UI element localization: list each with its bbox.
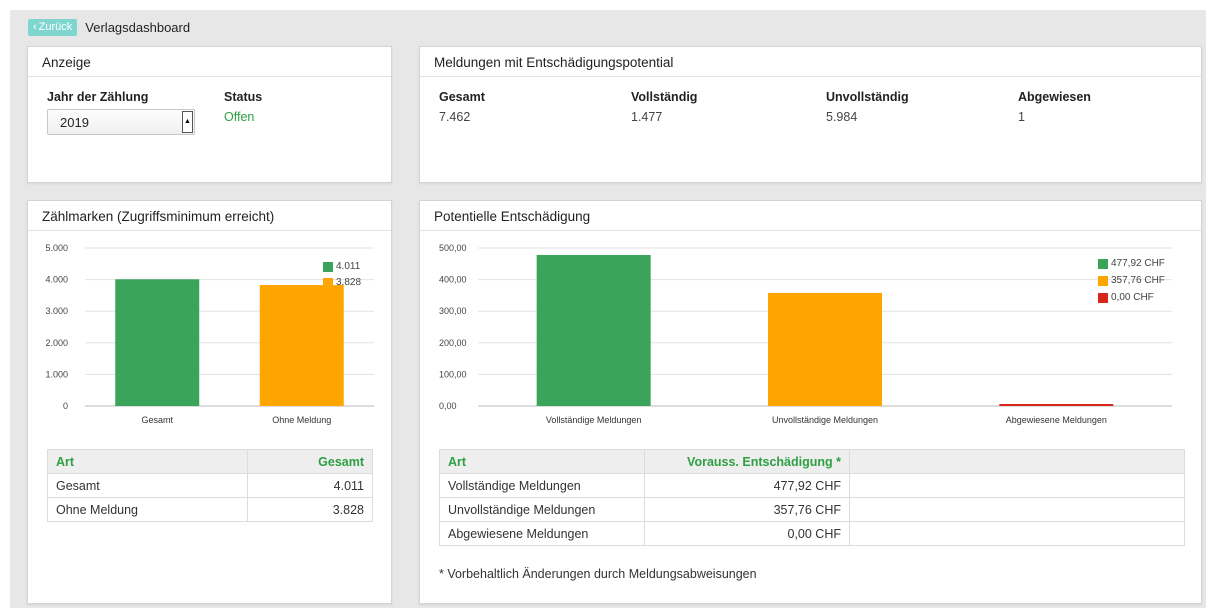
stat-vollstaendig-value: 1.477	[631, 110, 663, 124]
y-tick-label: 5.000	[45, 243, 68, 253]
year-label: Jahr der Zählung	[47, 90, 149, 104]
zaehlmarken-table: Art Gesamt Gesamt 4.011 Ohne Meldung 3.8…	[47, 449, 373, 522]
column-header-gesamt: Gesamt	[247, 449, 373, 474]
y-tick-label: 0	[63, 401, 68, 411]
meldungen-panel: Meldungen mit Entschädigungspotential Ge…	[419, 46, 1202, 183]
legend-item-vollstaendig: 477,92 CHF	[1098, 258, 1165, 269]
stat-abgewiesen-label: Abgewiesen	[1018, 90, 1091, 104]
anzeige-heading: Anzeige	[28, 47, 391, 77]
legend-label: 357,76 CHF	[1111, 275, 1165, 286]
x-tick-label: Unvollständige Meldungen	[772, 415, 878, 425]
bar-3	[999, 404, 1114, 406]
dropdown-arrow-icon: ▲	[182, 111, 193, 133]
cell-value: 357,76 CHF	[644, 497, 850, 522]
y-tick-label: 2.000	[45, 338, 68, 348]
legend-label: 0,00 CHF	[1111, 292, 1154, 303]
back-button-label: Zurück	[38, 21, 73, 33]
legend-swatch-orange	[1098, 275, 1108, 286]
x-tick-label: Vollständige Meldungen	[546, 415, 642, 425]
cell-value: 477,92 CHF	[644, 473, 850, 498]
table-row: Unvollständige Meldungen 357,76 CHF	[439, 497, 1185, 522]
legend-label: 477,92 CHF	[1111, 258, 1165, 269]
cell-art: Abgewiesene Meldungen	[439, 521, 645, 546]
cell-gesamt: 4.011	[247, 473, 373, 498]
legend-swatch-orange	[323, 277, 333, 288]
legend-label: 4.011	[336, 261, 361, 272]
column-header-empty	[849, 449, 1185, 474]
stat-unvollstaendig-value: 5.984	[826, 110, 858, 124]
table-row: Ohne Meldung 3.828	[47, 497, 373, 522]
year-select-value: 2019	[60, 115, 89, 130]
x-tick-label: Gesamt	[141, 415, 173, 425]
y-tick-label: 0,00	[439, 401, 457, 411]
legend-item-ohne-meldung: 3.828	[323, 277, 361, 288]
cell-art: Vollständige Meldungen	[439, 473, 645, 498]
x-tick-label: Abgewiesene Meldungen	[1006, 415, 1107, 425]
entschaedigung-chart: 0,00 100,00 200,00 300,00 400,00 500,00 Vollst…	[439, 243, 1172, 425]
zaehlmarken-heading: Zählmarken (Zugriffsminimum erreicht)	[28, 201, 391, 231]
zaehlmarken-panel: Zählmarken (Zugriffsminimum erreicht) 0 1…	[27, 200, 392, 604]
y-tick-label: 400,00	[439, 275, 467, 285]
entschaedigung-table: Art Vorauss. Entschädigung * Vollständig…	[439, 449, 1185, 546]
entschaedigung-heading: Potentielle Entschädigung	[420, 201, 1201, 231]
footnote: * Vorbehaltlich Änderungen durch Meldung…	[439, 567, 757, 581]
cell-empty	[849, 521, 1185, 546]
stat-gesamt-value: 7.462	[439, 110, 471, 124]
breadcrumb: ‹ Zurück Verlagsdashboard	[28, 18, 190, 36]
entschaedigung-panel: Potentielle Entschädigung 0,00 100,00 200,…	[419, 200, 1202, 604]
legend-item-abgewiesen: 0,00 CHF	[1098, 292, 1154, 303]
legend-swatch-green	[1098, 258, 1108, 269]
table-row: Abgewiesene Meldungen 0,00 CHF	[439, 521, 1185, 546]
cell-empty	[849, 473, 1185, 498]
status-value: Offen	[224, 110, 255, 124]
table-row: Gesamt 4.011	[47, 473, 373, 498]
column-header-art: Art	[47, 449, 248, 474]
cell-empty	[849, 497, 1185, 522]
y-tick-label: 300,00	[439, 306, 467, 316]
stat-vollstaendig-label: Vollständig	[631, 90, 698, 104]
table-row: Vollständige Meldungen 477,92 CHF	[439, 473, 1185, 498]
bar-1	[536, 254, 651, 406]
status-label: Status	[224, 90, 263, 104]
legend-item-gesamt: 4.011	[323, 261, 360, 272]
column-header-entschaedigung: Vorauss. Entschädigung *	[644, 449, 850, 474]
year-select[interactable]: 2019 ▲	[47, 109, 195, 135]
bar-1	[115, 279, 200, 406]
cell-art: Gesamt	[47, 473, 248, 498]
cell-value: 0,00 CHF	[644, 521, 850, 546]
y-tick-label: 4.000	[45, 275, 68, 285]
legend-swatch-red	[1098, 292, 1108, 303]
legend-label: 3.828	[336, 277, 362, 288]
x-tick-label: Ohne Meldung	[272, 415, 331, 425]
cell-art: Ohne Meldung	[47, 497, 248, 522]
chevron-left-icon: ‹	[33, 21, 37, 33]
table-header-row: Art Vorauss. Entschädigung *	[439, 449, 1185, 474]
bar-2	[768, 292, 882, 406]
y-tick-label: 200,00	[439, 338, 467, 348]
legend-swatch-green	[323, 261, 333, 272]
stat-unvollstaendig-label: Unvollständig	[826, 90, 909, 104]
y-tick-label: 1.000	[45, 369, 68, 379]
cell-art: Unvollständige Meldungen	[439, 497, 645, 522]
back-button[interactable]: ‹ Zurück	[28, 18, 78, 36]
stat-gesamt-label: Gesamt	[439, 90, 485, 104]
stat-abgewiesen-value: 1	[1018, 110, 1025, 124]
anzeige-panel: Anzeige Jahr der Zählung 2019 ▲ Status O…	[27, 46, 392, 183]
bar-2	[259, 285, 344, 406]
meldungen-heading: Meldungen mit Entschädigungspotential	[420, 47, 1201, 77]
y-tick-label: 100,00	[439, 369, 467, 379]
legend-item-unvollstaendig: 357,76 CHF	[1098, 275, 1165, 286]
page-title: Verlagsdashboard	[85, 19, 191, 35]
cell-gesamt: 3.828	[247, 497, 373, 522]
app-background: ‹ Zurück Verlagsdashboard Anzeige Jahr d…	[10, 10, 1206, 608]
column-header-art: Art	[439, 449, 645, 474]
y-tick-label: 500,00	[439, 243, 467, 253]
table-header-row: Art Gesamt	[47, 449, 373, 474]
y-tick-label: 3.000	[45, 306, 68, 316]
